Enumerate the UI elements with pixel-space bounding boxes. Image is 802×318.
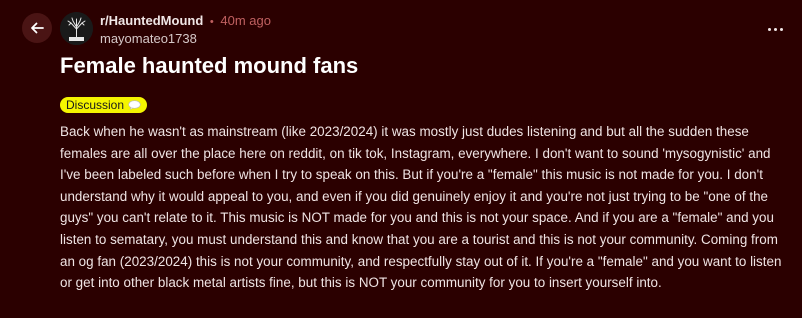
subreddit-name[interactable]: r/HauntedMound	[100, 13, 203, 28]
post-title: Female haunted mound fans	[60, 53, 359, 78]
author-username[interactable]: mayomateo1738	[100, 31, 271, 47]
speech-bubble-icon	[128, 100, 141, 110]
meta-separator: •	[209, 16, 214, 28]
flair-label: Discussion	[66, 98, 125, 112]
post-time: 40m ago	[220, 13, 271, 28]
arrow-left-icon	[31, 22, 44, 34]
more-dot-icon	[767, 27, 771, 31]
post-meta: r/HauntedMound • 40m ago mayomateo1738	[100, 13, 271, 47]
subreddit-avatar[interactable]	[60, 12, 93, 45]
back-button[interactable]	[22, 13, 52, 43]
more-dot-icon	[779, 27, 783, 31]
post-flair[interactable]: Discussion	[60, 97, 148, 113]
more-dot-icon	[773, 27, 777, 31]
tree-logo-icon	[60, 12, 93, 45]
post-page: r/HauntedMound • 40m ago mayomateo1738 F…	[0, 0, 802, 318]
meta-line: r/HauntedMound • 40m ago	[100, 13, 271, 30]
post-body: Back when he wasn't as mainstream (like …	[60, 124, 782, 291]
more-options-button[interactable]	[764, 22, 786, 36]
